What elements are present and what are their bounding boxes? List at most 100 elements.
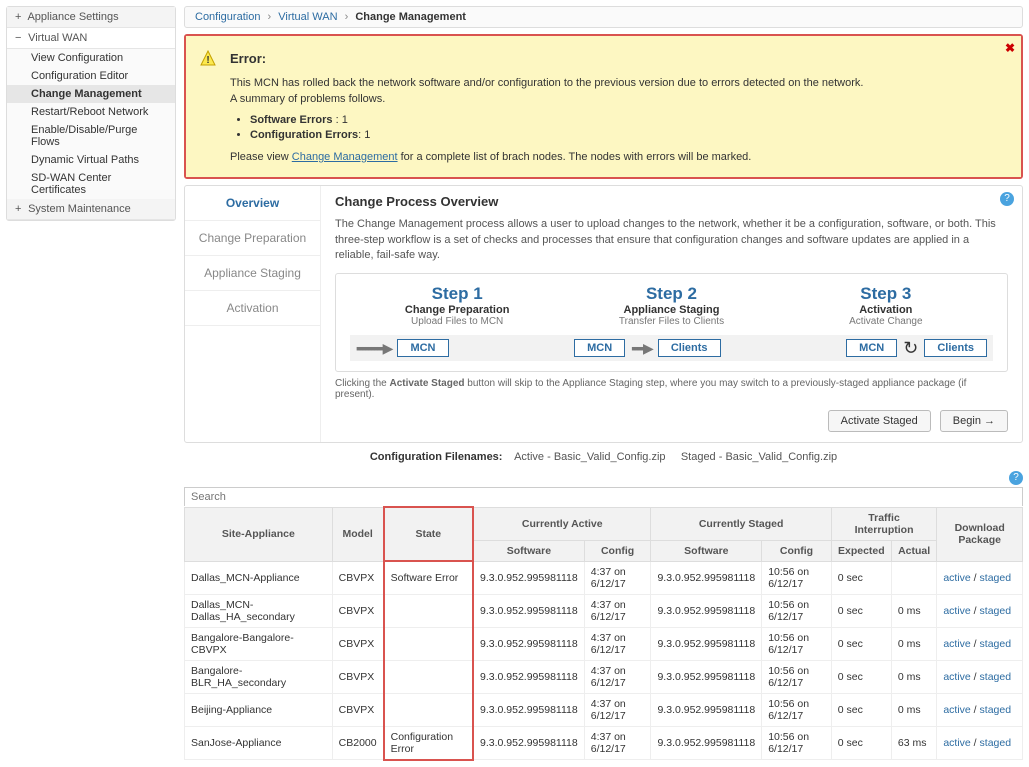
nav-sdwan-center-certs[interactable]: SD-WAN Center Certificates — [7, 169, 175, 199]
col-actual[interactable]: Actual — [891, 540, 936, 561]
alert-tail: Please view Change Management for a comp… — [230, 150, 1003, 165]
nav-configuration-editor[interactable]: Configuration Editor — [7, 67, 175, 85]
cell-actual: 0 ms — [891, 627, 936, 660]
cell-download: active / staged — [937, 594, 1023, 627]
cell-actual: 0 ms — [891, 594, 936, 627]
tab-activation[interactable]: Activation — [185, 291, 320, 326]
tab-overview[interactable]: Overview — [185, 186, 320, 221]
cell-download: active / staged — [937, 561, 1023, 594]
col-model[interactable]: Model — [332, 507, 383, 561]
cell-active-software: 9.3.0.952.995981118 — [473, 594, 584, 627]
nav-restart-reboot[interactable]: Restart/Reboot Network — [7, 103, 175, 121]
breadcrumb-configuration[interactable]: Configuration — [195, 11, 260, 23]
mcn-button-2[interactable]: MCN — [574, 339, 625, 357]
nav-change-management[interactable]: Change Management — [7, 85, 175, 103]
download-active-link[interactable]: active — [943, 737, 970, 749]
cell-active-config: 4:37 on 6/12/17 — [584, 660, 651, 693]
cell-download: active / staged — [937, 627, 1023, 660]
table-row: SanJose-ApplianceCB2000Configuration Err… — [185, 726, 1023, 760]
help-icon[interactable]: ? — [1000, 192, 1014, 206]
table-row: Bangalore-Bangalore-CBVPXCBVPX9.3.0.952.… — [185, 627, 1023, 660]
mcn-button-3[interactable]: MCN — [846, 339, 897, 357]
download-staged-link[interactable]: staged — [980, 605, 1012, 617]
download-active-link[interactable]: active — [943, 704, 970, 716]
cell-active-config: 4:37 on 6/12/17 — [584, 594, 651, 627]
table-row: Dallas_MCN-Dallas_HA_secondaryCBVPX9.3.0… — [185, 594, 1023, 627]
mcn-button-1[interactable]: MCN — [397, 339, 448, 357]
collapse-icon: − — [15, 32, 25, 44]
col-staged-config[interactable]: Config — [762, 540, 832, 561]
breadcrumb-current: Change Management — [355, 11, 466, 23]
table-row: Bangalore-BLR_HA_secondaryCBVPX9.3.0.952… — [185, 660, 1023, 693]
download-active-link[interactable]: active — [943, 671, 970, 683]
cell-actual — [891, 561, 936, 594]
col-traffic-interruption: Traffic Interruption — [831, 507, 937, 540]
download-active-link[interactable]: active — [943, 638, 970, 650]
cell-state — [384, 594, 473, 627]
cell-site: Dallas_MCN-Appliance — [185, 561, 333, 594]
alert-body-2: A summary of problems follows. — [230, 92, 1003, 107]
cell-state — [384, 693, 473, 726]
change-management-link[interactable]: Change Management — [292, 151, 398, 163]
cell-staged-software: 9.3.0.952.995981118 — [651, 726, 762, 760]
left-sidebar: + Appliance Settings − Virtual WAN View … — [6, 6, 176, 221]
cell-expected: 0 sec — [831, 693, 891, 726]
cell-staged-software: 9.3.0.952.995981118 — [651, 594, 762, 627]
cell-expected: 0 sec — [831, 660, 891, 693]
cell-model: CBVPX — [332, 627, 383, 660]
cell-staged-software: 9.3.0.952.995981118 — [651, 693, 762, 726]
cell-staged-config: 10:56 on 6/12/17 — [762, 693, 832, 726]
download-staged-link[interactable]: staged — [980, 638, 1012, 650]
download-active-link[interactable]: active — [943, 605, 970, 617]
close-icon[interactable]: ✖ — [1005, 40, 1015, 57]
cell-staged-config: 10:56 on 6/12/17 — [762, 660, 832, 693]
download-active-link[interactable]: active — [943, 572, 970, 584]
col-state[interactable]: State — [384, 507, 473, 561]
error-alert: ✖ ! Error: This MCN has rolled back the … — [184, 34, 1023, 179]
tab-appliance-staging[interactable]: Appliance Staging — [185, 256, 320, 291]
cell-model: CBVPX — [332, 561, 383, 594]
cell-staged-config: 10:56 on 6/12/17 — [762, 561, 832, 594]
activate-note: Clicking the Activate Staged button will… — [335, 378, 1008, 400]
cycle-icon: ↻ — [903, 338, 918, 359]
download-staged-link[interactable]: staged — [980, 671, 1012, 683]
warning-icon: ! — [200, 50, 216, 71]
cell-active-software: 9.3.0.952.995981118 — [473, 693, 584, 726]
download-staged-link[interactable]: staged — [980, 572, 1012, 584]
begin-button[interactable]: Begin → — [940, 410, 1008, 432]
help-icon[interactable]: ? — [1009, 471, 1023, 485]
nav-section-virtual-wan[interactable]: − Virtual WAN — [7, 28, 175, 49]
col-currently-active: Currently Active — [473, 507, 651, 540]
download-staged-link[interactable]: staged — [980, 704, 1012, 716]
download-staged-link[interactable]: staged — [980, 737, 1012, 749]
cell-active-config: 4:37 on 6/12/17 — [584, 561, 651, 594]
col-expected[interactable]: Expected — [831, 540, 891, 561]
nav-enable-disable-purge[interactable]: Enable/Disable/Purge Flows — [7, 121, 175, 151]
nav-section-system-maintenance[interactable]: + System Maintenance — [7, 199, 175, 220]
col-site[interactable]: Site-Appliance — [185, 507, 333, 561]
cell-state: Configuration Error — [384, 726, 473, 760]
clients-button-2[interactable]: Clients — [924, 339, 987, 357]
nav-dynamic-virtual-paths[interactable]: Dynamic Virtual Paths — [7, 151, 175, 169]
activate-staged-button[interactable]: Activate Staged — [828, 410, 931, 432]
col-staged-software[interactable]: Software — [651, 540, 762, 561]
col-active-config[interactable]: Config — [584, 540, 651, 561]
cell-expected: 0 sec — [831, 561, 891, 594]
nav-section-label: System Maintenance — [28, 203, 131, 215]
cell-staged-software: 9.3.0.952.995981118 — [651, 660, 762, 693]
clients-button-1[interactable]: Clients — [658, 339, 721, 357]
cell-model: CBVPX — [332, 693, 383, 726]
nav-view-configuration[interactable]: View Configuration — [7, 49, 175, 67]
cell-staged-config: 10:56 on 6/12/17 — [762, 594, 832, 627]
search-input[interactable] — [184, 487, 1023, 506]
alert-title: Error: — [230, 50, 1003, 68]
tab-change-preparation[interactable]: Change Preparation — [185, 221, 320, 256]
nav-section-appliance-settings[interactable]: + Appliance Settings — [7, 7, 175, 28]
breadcrumb: Configuration › Virtual WAN › Change Man… — [184, 6, 1023, 28]
step-1: Step 1 Change Preparation Upload Files t… — [350, 284, 564, 327]
breadcrumb-virtual-wan[interactable]: Virtual WAN — [278, 11, 337, 23]
steps-box: Step 1 Change Preparation Upload Files t… — [335, 273, 1008, 372]
col-active-software[interactable]: Software — [473, 540, 584, 561]
cell-actual: 63 ms — [891, 726, 936, 760]
nav-section-label: Appliance Settings — [27, 11, 118, 23]
